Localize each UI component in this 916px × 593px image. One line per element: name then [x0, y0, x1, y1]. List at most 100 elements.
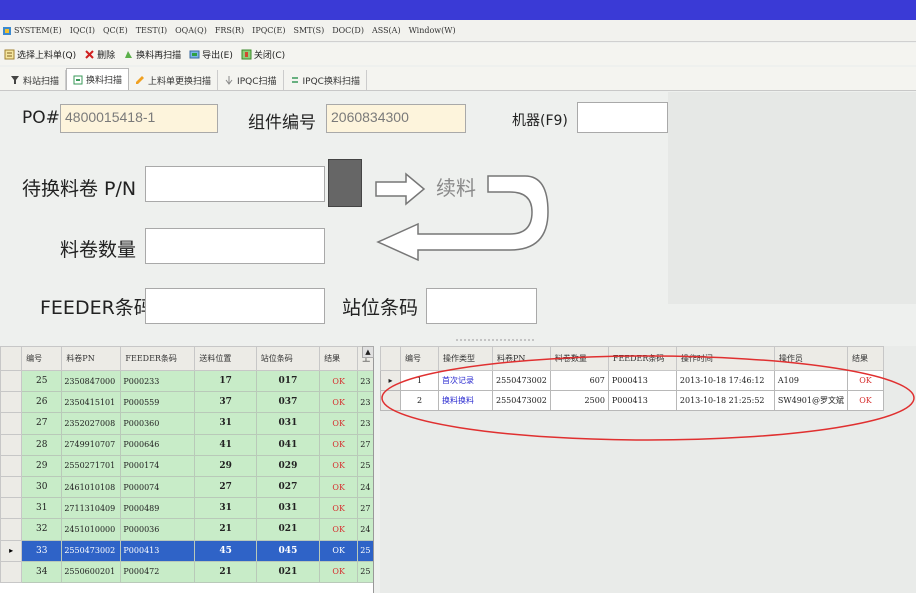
cell-feeder: P000472 [120, 560, 196, 583]
cell-feeder: P000174 [120, 454, 196, 477]
log-col-pn-header[interactable]: 料卷PN [492, 346, 551, 371]
cell-pn: 2461010108 [61, 475, 122, 499]
col-result-header[interactable]: 结果 [319, 346, 359, 371]
table-row[interactable]: 34 2550600201 P000472 21 021 OK 25 [0, 560, 373, 583]
table-row[interactable]: 30 2461010108 P000074 27 027 OK 24 [0, 475, 373, 499]
log-col-operator-header[interactable]: 操作员 [773, 346, 848, 371]
log-col-time-header[interactable]: 操作时间 [675, 346, 775, 371]
cell-pos: 27 [194, 475, 257, 499]
menu-ass[interactable]: ASS(A) [372, 26, 401, 35]
po-input[interactable]: 4800015418-1 [60, 104, 218, 133]
scroll-up-button[interactable]: ▲ [362, 346, 374, 358]
menu-oqa[interactable]: OQA(Q) [175, 26, 207, 35]
log-col-feeder-header[interactable]: FEEDER条码 [607, 346, 677, 371]
tab-load-list-change-scan-label: 上料单更换扫描 [148, 76, 212, 87]
col-station-header[interactable]: 站位条码 [255, 346, 321, 371]
rescan-icon [123, 49, 134, 60]
tab-ipqc-scan[interactable]: IPQC扫描 [218, 70, 284, 90]
log-cell-feeder: P000413 [607, 370, 677, 391]
log-col-type-header[interactable]: 操作类型 [438, 346, 493, 371]
col-feeder-header[interactable]: FEEDER条码 [120, 346, 196, 371]
cell-feeder: P000233 [120, 369, 196, 393]
table-row[interactable]: 32 2451010000 P000036 21 021 OK 24 [0, 518, 373, 541]
table-row[interactable]: 31 2711310409 P000489 31 031 OK 27 [0, 497, 373, 520]
table-row[interactable]: ▸ 33 2550473002 P000413 45 045 OK 25 [0, 539, 373, 562]
cell-pn: 2451010000 [61, 518, 122, 541]
delete-button[interactable]: 删除 [84, 48, 115, 61]
cell-feeder: P000559 [120, 391, 196, 414]
menu-smt[interactable]: SMT(S) [293, 26, 324, 35]
cell-station: 029 [255, 454, 321, 477]
cell-result: OK [319, 475, 359, 499]
table-row[interactable]: 28 2749910707 P000646 41 041 OK 27 [0, 433, 373, 456]
menu-doc[interactable]: DOC(D) [332, 26, 364, 35]
row-indicator-header [380, 346, 401, 371]
menu-ipqc[interactable]: IPQC(E) [252, 26, 285, 35]
change-log-header: 编号 操作类型 料卷PN 料卷数量 FEEDER条码 操作时间 操作员 结果 [380, 346, 884, 371]
change-log-grid: 编号 操作类型 料卷PN 料卷数量 FEEDER条码 操作时间 操作员 结果 ▸… [380, 346, 916, 593]
tab-material-change-scan[interactable]: 换料扫描 [66, 68, 130, 90]
close-button[interactable]: 关闭(C) [241, 48, 285, 61]
log-cell-qty: 607 [549, 370, 609, 391]
tab-ipqc-change-scan[interactable]: IPQC换料扫描 [284, 70, 367, 90]
cell-no: 32 [21, 518, 63, 541]
splitter-handle[interactable] [456, 337, 536, 343]
menu-window[interactable]: Window(W) [409, 26, 456, 35]
cell-pn: 2550473002 [61, 539, 122, 562]
cell-extra: 25 [357, 560, 373, 583]
scan-form: PO# 4800015418-1 组件编号 2060834300 机器(F9) … [0, 92, 916, 341]
row-indicator: ▸ [0, 539, 23, 562]
cell-pos: 45 [194, 539, 257, 562]
menu-iqc[interactable]: IQC(I) [70, 26, 95, 35]
log-cell-operator: A109 [773, 370, 848, 391]
log-cell-type: 首次记录 [438, 370, 493, 391]
menu-frs[interactable]: FRS(R) [215, 26, 244, 35]
cell-pn: 2711310409 [61, 497, 122, 520]
title-bar [0, 0, 916, 20]
cell-station: 037 [255, 391, 321, 414]
tab-material-change-scan-label: 换料扫描 [86, 76, 123, 86]
log-cell-no: 1 [400, 370, 439, 391]
log-row[interactable]: 2 换料换料 2550473002 2500 P000413 2013-10-18 21:… [380, 390, 884, 411]
menu-system[interactable]: SYSTEM(E) [14, 26, 62, 35]
table-row[interactable]: 26 2350415101 P000559 37 037 OK 23 [0, 391, 373, 414]
cell-pos: 21 [194, 560, 257, 583]
close-label: 关闭(C) [253, 50, 286, 61]
cell-no: 28 [21, 433, 63, 456]
table-row[interactable]: 27 2352027008 P000360 31 031 OK 23 [0, 412, 373, 435]
background-panel [668, 92, 916, 304]
export-button[interactable]: 导出(E) [189, 48, 233, 61]
table-row[interactable]: 25 2350847000 P000233 17 017 OK 23 [0, 369, 373, 393]
qty-input[interactable] [145, 228, 325, 264]
log-row[interactable]: ▸ 1 首次记录 2550473002 607 P000413 2013-10-18 17:… [380, 370, 884, 391]
menu-bar: SYSTEM(E) IQC(I) QC(E) TEST(I) OQA(Q) FR… [0, 20, 916, 42]
select-material-list-button[interactable]: 选择上料单(Q) [4, 48, 76, 61]
col-pos-header[interactable]: 送料位置 [194, 346, 257, 371]
col-pn-header[interactable]: 料卷PN [61, 346, 122, 371]
tab-load-list-change-scan[interactable]: 上料单更换扫描 [129, 70, 219, 90]
qty-label: 料卷数量 [60, 239, 137, 261]
cell-extra: 27 [357, 497, 373, 520]
cell-station: 021 [255, 560, 321, 583]
s-swap-icon [290, 75, 300, 85]
select-material-list-label: 选择上料单(Q) [17, 50, 77, 61]
station-grid-header: 编号 料卷PN FEEDER条码 送料位置 站位条码 结果 上 [0, 346, 373, 371]
col-no-header[interactable]: 编号 [21, 346, 63, 371]
rescan-button[interactable]: 换料再扫描 [123, 48, 181, 61]
log-col-qty-header[interactable]: 料卷数量 [549, 346, 609, 371]
log-cell-pn: 2550473002 [492, 390, 551, 411]
feeder-input[interactable] [145, 288, 325, 324]
tab-station-scan[interactable]: 料站扫描 [4, 70, 67, 90]
log-col-result-header[interactable]: 结果 [846, 346, 884, 371]
station-input[interactable] [426, 288, 537, 324]
menu-test[interactable]: TEST(I) [136, 26, 167, 35]
component-input[interactable]: 2060834300 [326, 104, 466, 133]
cell-result: OK [319, 497, 359, 520]
machine-input[interactable] [577, 102, 668, 133]
pn-input[interactable] [145, 166, 325, 202]
cell-extra: 23 [357, 369, 373, 393]
log-col-no-header[interactable]: 编号 [400, 346, 439, 371]
menu-qc[interactable]: QC(E) [103, 26, 128, 35]
table-row[interactable]: 29 2550271701 P000174 29 029 OK 25 [0, 454, 373, 477]
cell-pos: 31 [194, 412, 257, 435]
